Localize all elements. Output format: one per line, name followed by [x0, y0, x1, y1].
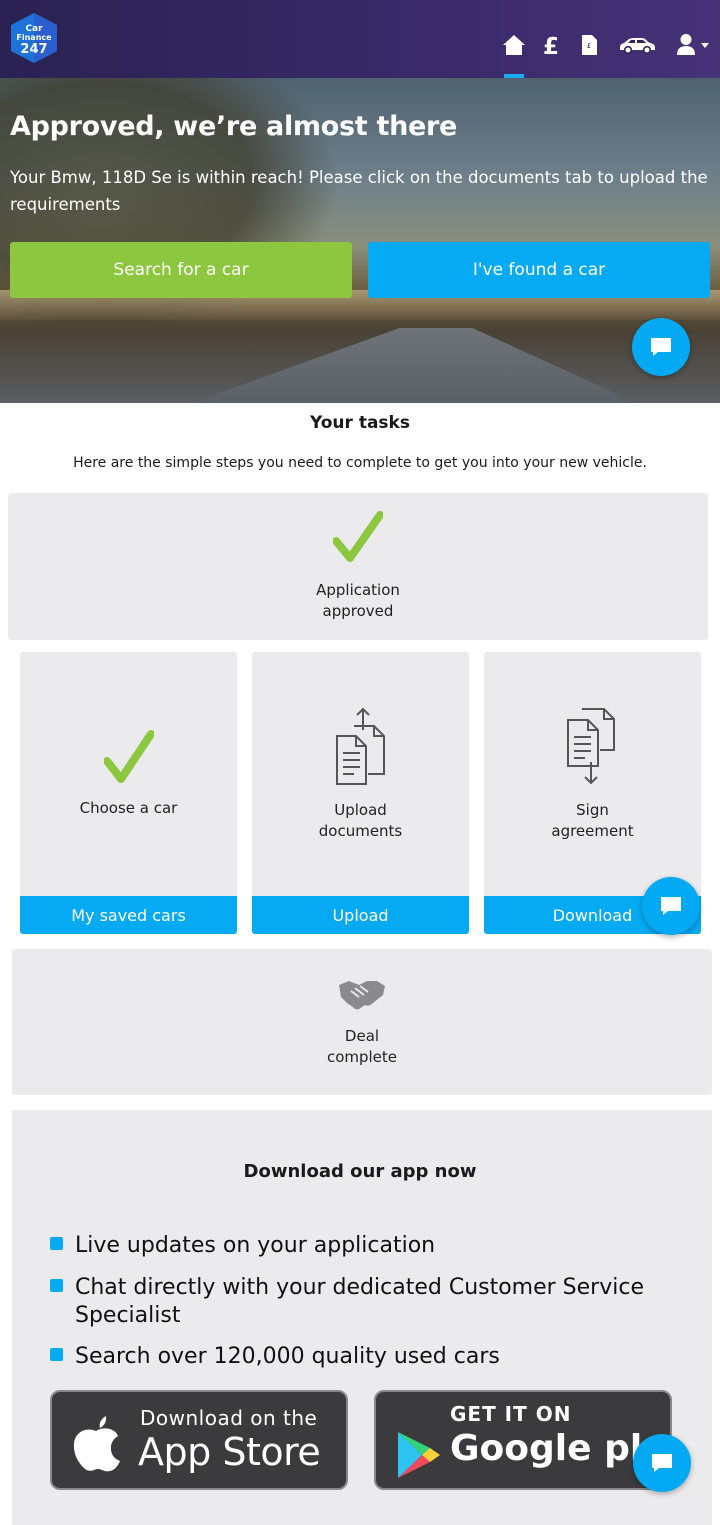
chat-icon — [652, 1454, 672, 1472]
app-store-big-text: App Store — [138, 1430, 321, 1474]
search-for-car-button[interactable]: Search for a car — [10, 242, 352, 298]
app-feature-text: Chat directly with your dedicated Custom… — [75, 1275, 644, 1328]
svg-text:£: £ — [587, 42, 591, 50]
checkmark-icon — [333, 511, 383, 562]
hero-title: Approved, we’re almost there — [10, 111, 458, 142]
hero-text: Your Bmw, 118D Se is within reach! Pleas… — [10, 168, 708, 214]
tasks-subtitle: Here are the simple steps you need to co… — [73, 455, 647, 471]
document-icon[interactable]: £ — [581, 30, 598, 60]
upload-button[interactable]: Upload — [252, 896, 469, 934]
app-store-badge[interactable]: Download on the App Store — [50, 1390, 348, 1490]
upload-label-line1: Upload — [334, 801, 387, 819]
choose-car-card: Choose a car My saved cars — [20, 652, 237, 934]
upload-documents-card: Upload documents Upload — [252, 652, 469, 934]
chat-button[interactable] — [642, 877, 700, 935]
app-store-small-text: Download on the — [140, 1406, 318, 1430]
download-app-title: Download our app now — [243, 1161, 477, 1182]
deal-label-line2: complete — [326, 1048, 398, 1066]
checkmark-icon — [104, 730, 154, 783]
app-feature-text: Live updates on your application — [75, 1233, 436, 1258]
chat-icon — [651, 338, 671, 356]
home-icon[interactable] — [502, 30, 526, 60]
google-play-icon — [398, 1432, 440, 1478]
download-agreement-icon — [567, 708, 615, 785]
application-label-line1: Application — [316, 581, 400, 599]
chat-button[interactable] — [633, 1434, 691, 1492]
app-feature-item: Search over 120,000 quality used cars — [50, 1343, 685, 1371]
svg-text:£: £ — [543, 34, 559, 57]
application-label-line2: approved — [322, 602, 394, 620]
handshake-icon — [339, 981, 385, 1010]
choose-car-label: Choose a car — [79, 799, 178, 817]
bullet-icon — [50, 1348, 63, 1361]
my-saved-cars-button[interactable]: My saved cars — [20, 896, 237, 934]
chat-icon — [661, 897, 681, 915]
svg-text:247: 247 — [20, 42, 47, 57]
app-feature-item: Chat directly with your dedicated Custom… — [50, 1274, 685, 1330]
user-menu-icon[interactable] — [676, 30, 712, 60]
deal-label-line1: Deal — [344, 1027, 380, 1045]
tasks-title: Your tasks — [310, 413, 410, 433]
hero-road — [150, 328, 670, 403]
chat-button[interactable] — [632, 318, 690, 376]
apple-icon — [73, 1416, 120, 1472]
sign-label-line2: agreement — [551, 822, 634, 840]
svg-text:Finance: Finance — [16, 33, 52, 42]
upload-label-line2: documents — [318, 822, 403, 840]
google-play-badge[interactable]: GET IT ON Google play — [374, 1390, 672, 1490]
google-play-small-text: GET IT ON — [450, 1402, 572, 1426]
bullet-icon — [50, 1237, 63, 1250]
pound-icon[interactable]: £ — [541, 30, 561, 60]
deal-complete-card: Deal complete — [12, 949, 712, 1095]
car-icon[interactable] — [618, 30, 656, 60]
application-approved-card: Application approved — [8, 493, 708, 640]
app-feature-item: Live updates on your application — [50, 1232, 685, 1260]
found-a-car-button[interactable]: I've found a car — [368, 242, 710, 298]
bullet-icon — [50, 1279, 63, 1292]
upload-documents-icon — [336, 707, 385, 785]
app-feature-text: Search over 120,000 quality used cars — [75, 1344, 500, 1369]
top-header: Car Finance 247 £ £ — [0, 0, 720, 78]
sign-label-line1: Sign — [576, 801, 609, 819]
car-finance-logo[interactable]: Car Finance 247 — [9, 12, 59, 64]
